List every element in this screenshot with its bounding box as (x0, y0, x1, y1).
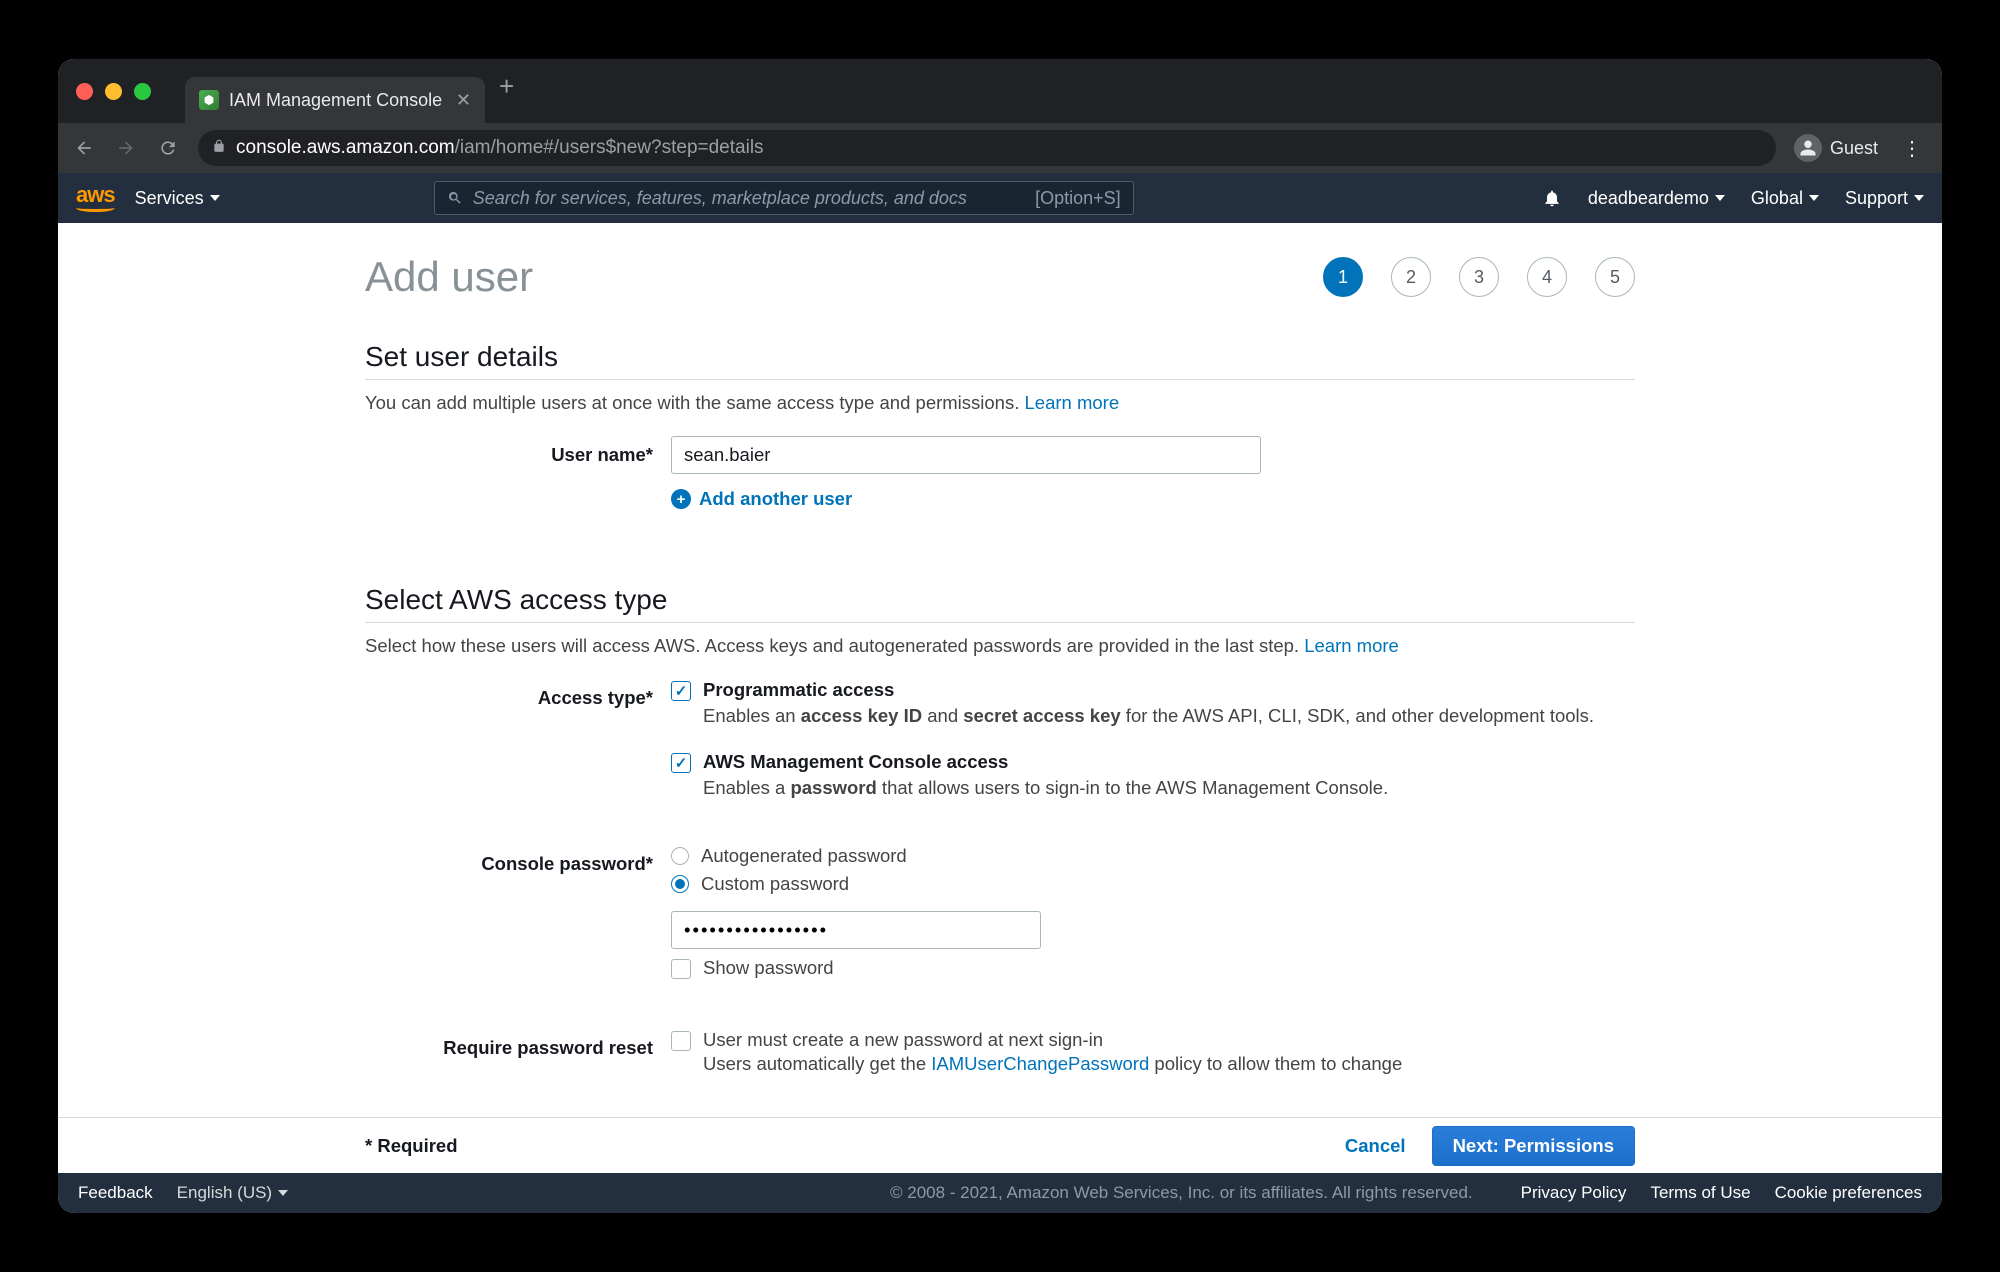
custom-password-radio[interactable] (671, 875, 689, 893)
bell-icon (1542, 188, 1562, 208)
lock-icon (212, 139, 226, 158)
divider (365, 379, 1635, 380)
custom-password-label: Custom password (701, 873, 849, 895)
url-path: /iam/home#/users$new?step=details (455, 137, 764, 158)
new-tab-button[interactable]: + (499, 71, 514, 102)
tab-title: IAM Management Console (229, 90, 442, 111)
maximize-window-button[interactable] (134, 83, 151, 100)
services-label: Services (135, 188, 204, 209)
minimize-window-button[interactable] (105, 83, 122, 100)
programmatic-access-desc: Enables an access key ID and secret acce… (703, 703, 1635, 729)
reload-button[interactable] (150, 130, 186, 166)
next-permissions-button[interactable]: Next: Permissions (1432, 1126, 1635, 1166)
aws-logo[interactable]: aws (76, 182, 115, 214)
require-reset-line1: User must create a new password at next … (703, 1029, 1635, 1051)
console-access-checkbox[interactable] (671, 753, 691, 773)
learn-more-link[interactable]: Learn more (1025, 392, 1120, 413)
avatar-icon (1794, 134, 1822, 162)
username-label: User name* (365, 436, 671, 466)
cancel-button[interactable]: Cancel (1345, 1135, 1406, 1157)
account-label: deadbeardemo (1588, 188, 1709, 209)
account-menu[interactable]: deadbeardemo (1588, 188, 1725, 209)
step-5[interactable]: 5 (1595, 257, 1635, 297)
iam-policy-link[interactable]: IAMUserChangePassword (931, 1053, 1149, 1074)
browser-window: ⬢ IAM Management Console ✕ + console.aws… (58, 59, 1942, 1213)
caret-down-icon (1914, 195, 1924, 201)
cookie-preferences-link[interactable]: Cookie preferences (1775, 1183, 1922, 1203)
show-password-checkbox[interactable] (671, 959, 691, 979)
username-input[interactable] (671, 436, 1261, 474)
step-4[interactable]: 4 (1527, 257, 1567, 297)
region-menu[interactable]: Global (1751, 188, 1819, 209)
require-password-reset-checkbox[interactable] (671, 1031, 691, 1051)
learn-more-link[interactable]: Learn more (1304, 635, 1399, 656)
notifications-button[interactable] (1542, 188, 1562, 208)
language-selector[interactable]: English (US) (177, 1183, 288, 1203)
wizard-steps: 1 2 3 4 5 (1323, 257, 1635, 297)
section-heading-user-details: Set user details (365, 341, 1635, 373)
aws-console-footer: Feedback English (US) © 2008 - 2021, Ama… (58, 1173, 1942, 1213)
console-password-label: Console password* (365, 845, 671, 875)
aws-console-header: aws Services Search for services, featur… (58, 173, 1942, 223)
step-2[interactable]: 2 (1391, 257, 1431, 297)
copyright-text: © 2008 - 2021, Amazon Web Services, Inc.… (890, 1183, 1473, 1203)
required-note: * Required (365, 1135, 458, 1157)
privacy-policy-link[interactable]: Privacy Policy (1521, 1183, 1627, 1203)
page-title: Add user (365, 253, 533, 301)
support-menu[interactable]: Support (1845, 188, 1924, 209)
require-password-reset-label: Require password reset (365, 1029, 671, 1059)
plus-circle-icon: + (671, 489, 691, 509)
user-details-description: You can add multiple users at once with … (365, 392, 1635, 414)
access-type-label: Access type* (365, 679, 671, 709)
console-access-desc: Enables a password that allows users to … (703, 775, 1635, 801)
close-window-button[interactable] (76, 83, 93, 100)
autogenerated-password-label: Autogenerated password (701, 845, 907, 867)
step-1[interactable]: 1 (1323, 257, 1363, 297)
profile-label: Guest (1830, 138, 1878, 159)
back-button[interactable] (66, 130, 102, 166)
caret-down-icon (210, 195, 220, 201)
address-bar[interactable]: console.aws.amazon.com/iam/home#/users$n… (198, 130, 1776, 166)
browser-toolbar: console.aws.amazon.com/iam/home#/users$n… (58, 123, 1942, 173)
support-label: Support (1845, 188, 1908, 209)
add-another-user-button[interactable]: + Add another user (671, 488, 1635, 510)
tab-favicon: ⬢ (199, 90, 219, 110)
profile-button[interactable]: Guest (1788, 134, 1884, 162)
search-placeholder: Search for services, features, marketpla… (473, 188, 967, 209)
search-icon (447, 190, 463, 206)
caret-down-icon (1809, 195, 1819, 201)
browser-tab[interactable]: ⬢ IAM Management Console ✕ (185, 77, 485, 123)
step-3[interactable]: 3 (1459, 257, 1499, 297)
url-domain: console.aws.amazon.com (236, 137, 455, 158)
search-shortcut: [Option+S] (1035, 188, 1121, 209)
autogenerated-password-radio[interactable] (671, 847, 689, 865)
show-password-label: Show password (703, 957, 834, 979)
console-access-title: AWS Management Console access (703, 751, 1635, 773)
aws-search-box[interactable]: Search for services, features, marketpla… (434, 181, 1134, 215)
caret-down-icon (1715, 195, 1725, 201)
region-label: Global (1751, 188, 1803, 209)
window-controls (58, 83, 169, 100)
programmatic-access-checkbox[interactable] (671, 681, 691, 701)
caret-down-icon (278, 1190, 288, 1196)
wizard-action-bar: * Required Cancel Next: Permissions (58, 1117, 1942, 1173)
language-label: English (US) (177, 1183, 272, 1203)
close-tab-button[interactable]: ✕ (456, 90, 471, 111)
programmatic-access-title: Programmatic access (703, 679, 1635, 701)
feedback-link[interactable]: Feedback (78, 1183, 153, 1203)
page-content: Add user 1 2 3 4 5 Set user details You … (58, 223, 1942, 1117)
browser-menu-button[interactable]: ⋮ (1890, 136, 1934, 161)
header-right: deadbeardemo Global Support (1542, 188, 1924, 209)
divider (365, 622, 1635, 623)
terms-of-use-link[interactable]: Terms of Use (1650, 1183, 1750, 1203)
services-menu[interactable]: Services (135, 188, 220, 209)
add-another-user-label: Add another user (699, 488, 852, 510)
require-reset-line2: Users automatically get the IAMUserChang… (703, 1053, 1635, 1075)
browser-tab-strip: ⬢ IAM Management Console ✕ + (58, 59, 1942, 123)
access-type-description: Select how these users will access AWS. … (365, 635, 1635, 657)
custom-password-input[interactable] (671, 911, 1041, 949)
forward-button[interactable] (108, 130, 144, 166)
section-heading-access-type: Select AWS access type (365, 584, 1635, 616)
